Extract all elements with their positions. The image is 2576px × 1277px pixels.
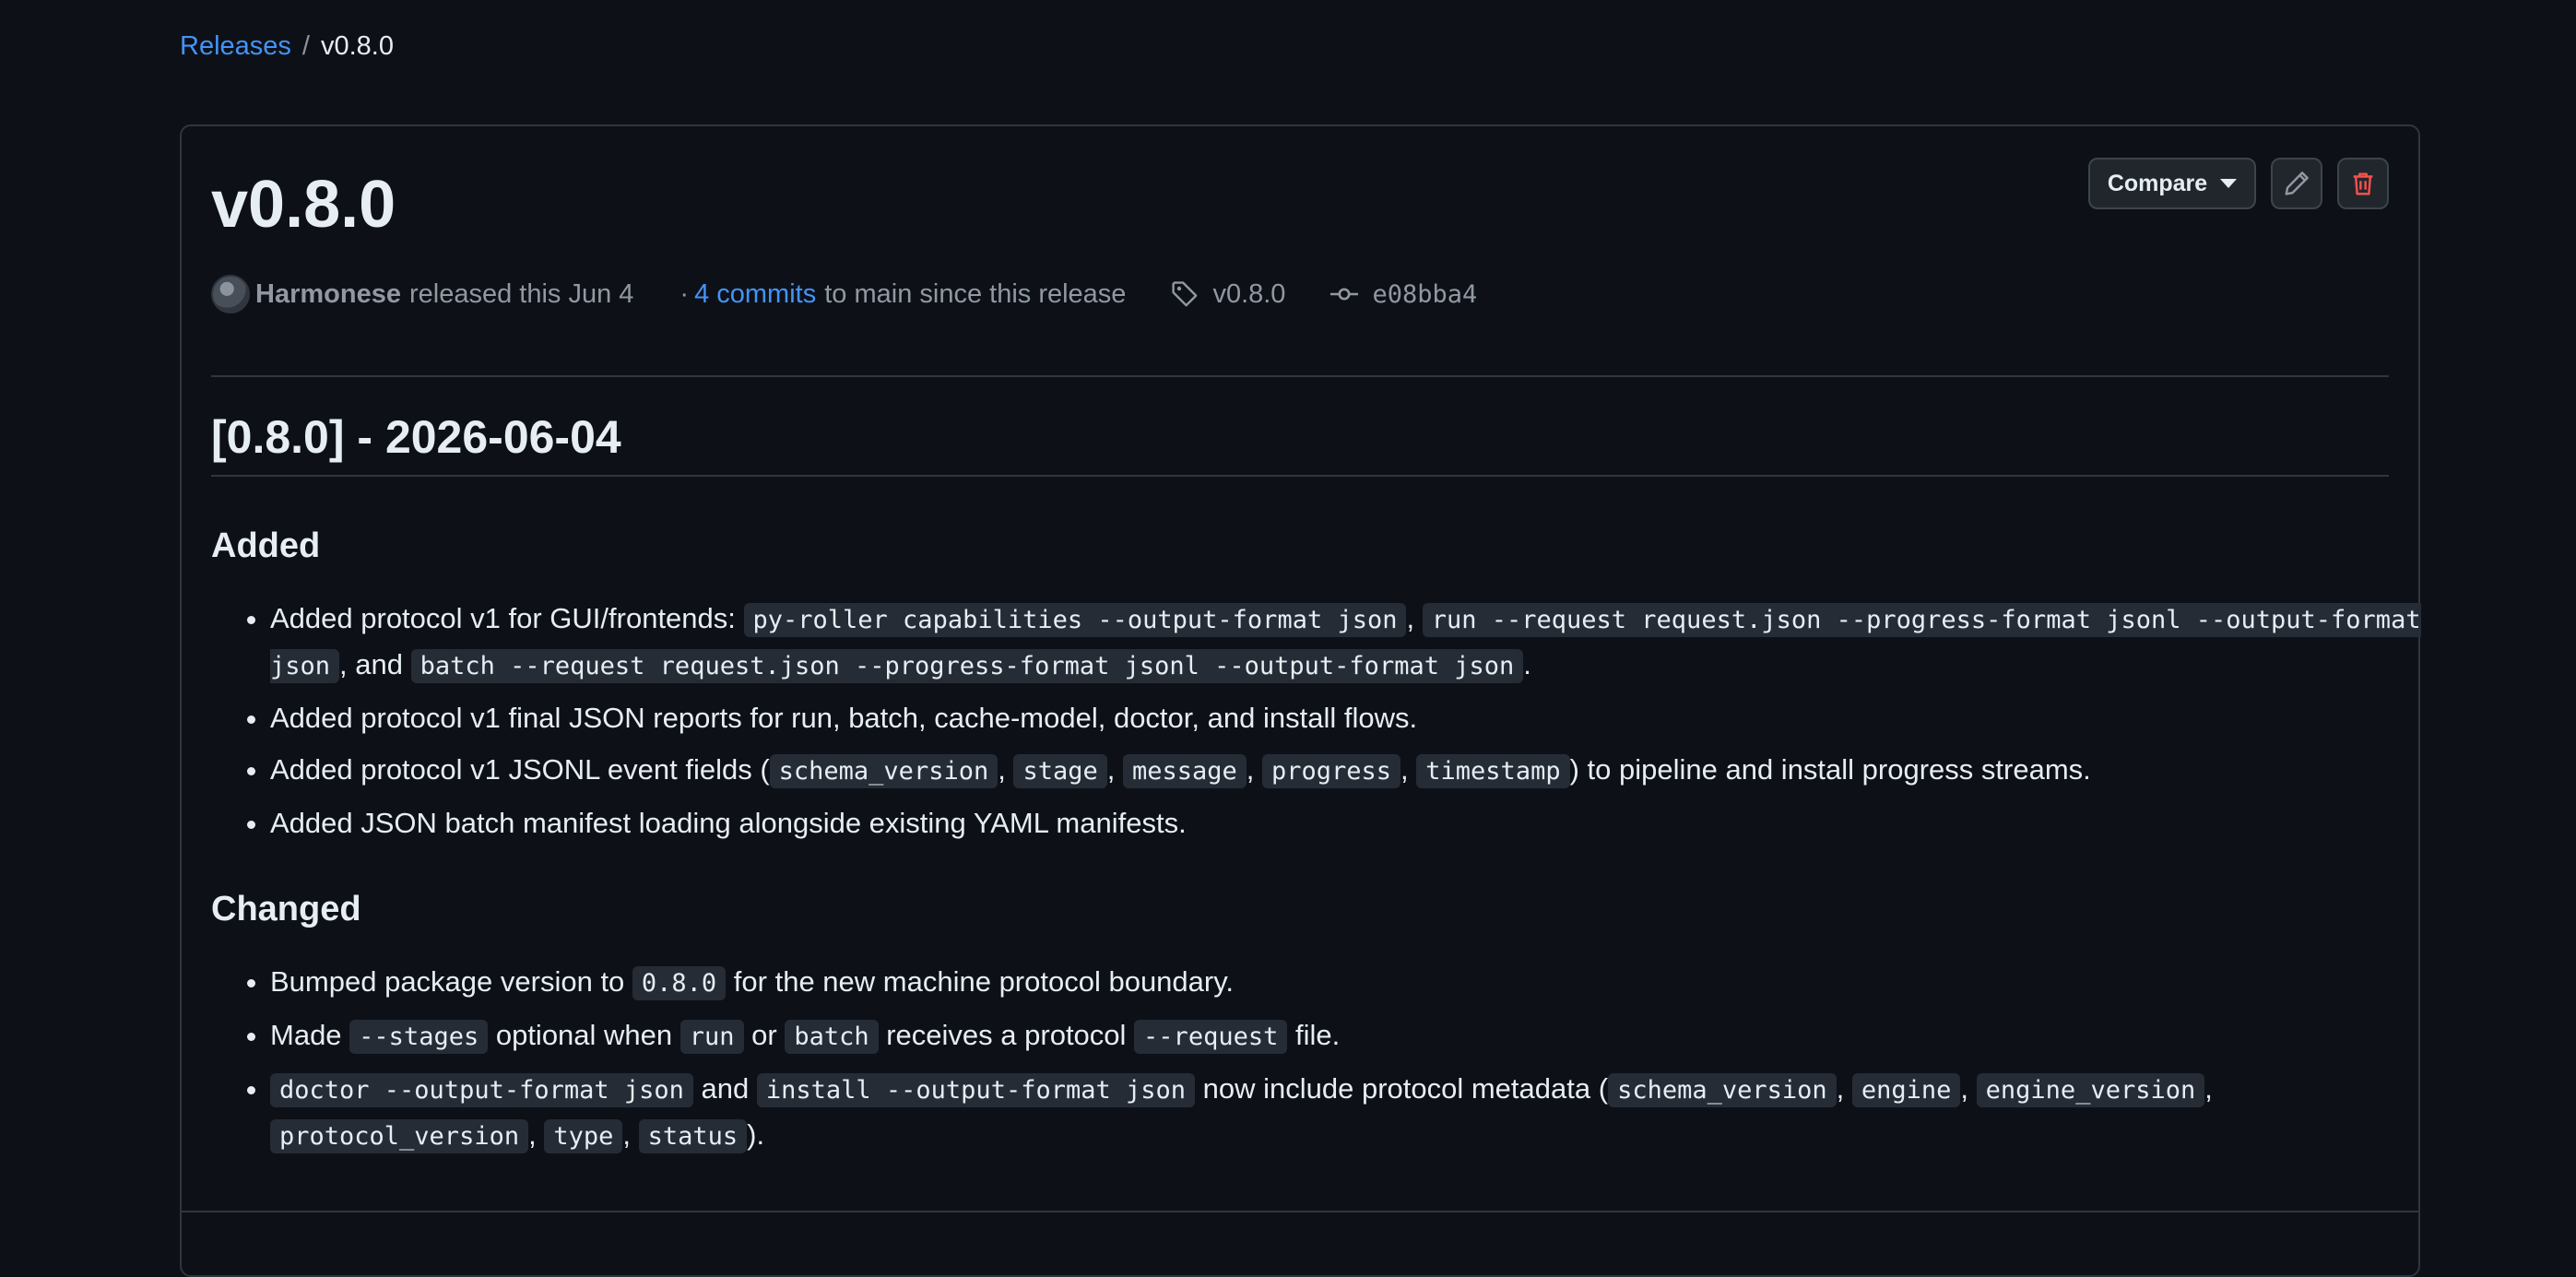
inline-code: message: [1122, 754, 1247, 788]
inline-code: --request: [1134, 1020, 1288, 1054]
list-item: Added protocol v1 final JSON reports for…: [270, 696, 2450, 740]
breadcrumb-current: v0.8.0: [320, 31, 394, 61]
inline-code: schema_version: [1608, 1073, 1837, 1107]
breadcrumb-releases-link[interactable]: Releases: [180, 28, 291, 65]
tag-link[interactable]: v0.8.0: [1170, 279, 1285, 310]
inline-code: engine_version: [1976, 1073, 2205, 1107]
inline-code: install --output-format json: [756, 1073, 1196, 1107]
delete-release-button[interactable]: [2337, 158, 2389, 209]
tag-icon: [1172, 281, 1198, 307]
release-title: v0.8.0: [211, 168, 396, 242]
changed-list: Bumped package version to 0.8.0 for the …: [211, 960, 2450, 1166]
commits-since-link[interactable]: 4 commits: [694, 279, 816, 310]
list-item: Bumped package version to 0.8.0 for the …: [270, 960, 2450, 1006]
edit-release-button[interactable]: [2271, 158, 2322, 209]
inline-code: batch --request request.json --progress-…: [410, 649, 1524, 683]
inline-code: doctor --output-format json: [270, 1073, 693, 1107]
inline-code: protocol_version: [270, 1119, 529, 1153]
inline-code: status: [638, 1119, 748, 1153]
caret-down-icon: [2220, 179, 2238, 188]
inline-code: engine: [1851, 1073, 1961, 1107]
inline-code: stage: [1013, 754, 1107, 788]
inline-code: run: [679, 1020, 744, 1054]
heading-divider: [211, 475, 2389, 477]
release-actions: Compare: [2088, 158, 2389, 209]
compare-button-label: Compare: [2107, 170, 2208, 196]
trash-icon: [2353, 172, 2373, 195]
commit-link[interactable]: e08bba4: [1329, 279, 1477, 309]
list-item: Added protocol v1 JSONL event fields (sc…: [270, 748, 2450, 794]
author-link[interactable]: Harmonese: [255, 279, 401, 310]
meta-divider: [211, 375, 2389, 377]
compare-button[interactable]: Compare: [2088, 158, 2256, 209]
inline-code: --stages: [349, 1020, 489, 1054]
added-list: Added protocol v1 for GUI/frontends: py-…: [211, 597, 2450, 853]
release-notes-heading: [0.8.0] - 2026-06-04: [211, 411, 621, 463]
list-item: Added JSON batch manifest loading alongs…: [270, 801, 2450, 845]
footer-divider: [182, 1211, 2418, 1212]
list-item: Added protocol v1 for GUI/frontends: py-…: [270, 597, 2450, 689]
release-meta: Harmonese released this Jun 4 · 4 commit…: [211, 274, 1477, 314]
inline-code: py-roller capabilities --output-format j…: [743, 603, 1407, 637]
inline-code: type: [544, 1119, 623, 1153]
added-heading: Added: [211, 526, 321, 565]
commit-sha: e08bba4: [1372, 279, 1478, 309]
commits-since-text: to main since this release: [824, 278, 1127, 309]
inline-code: schema_version: [769, 754, 998, 788]
changed-heading: Changed: [211, 890, 361, 928]
inline-code: batch: [785, 1020, 879, 1054]
inline-code: progress: [1262, 754, 1401, 788]
inline-code: 0.8.0: [632, 966, 727, 1000]
list-item: doctor --output-format json and install …: [270, 1067, 2450, 1159]
avatar[interactable]: [211, 275, 250, 313]
tag-name: v0.8.0: [1212, 278, 1286, 309]
breadcrumb-separator: /: [301, 31, 310, 61]
release-card: v0.8.0 Compare Harmonese released this J…: [180, 124, 2421, 1277]
released-text: released this Jun 4: [408, 278, 634, 309]
pencil-icon: [2285, 171, 2309, 195]
list-item: Made --stages optional when run or batch…: [270, 1013, 2450, 1059]
git-commit-icon: [1330, 288, 1359, 301]
breadcrumb: Releases / v0.8.0: [180, 28, 394, 65]
inline-code: timestamp: [1416, 754, 1570, 788]
meta-dot: ·: [679, 278, 690, 309]
